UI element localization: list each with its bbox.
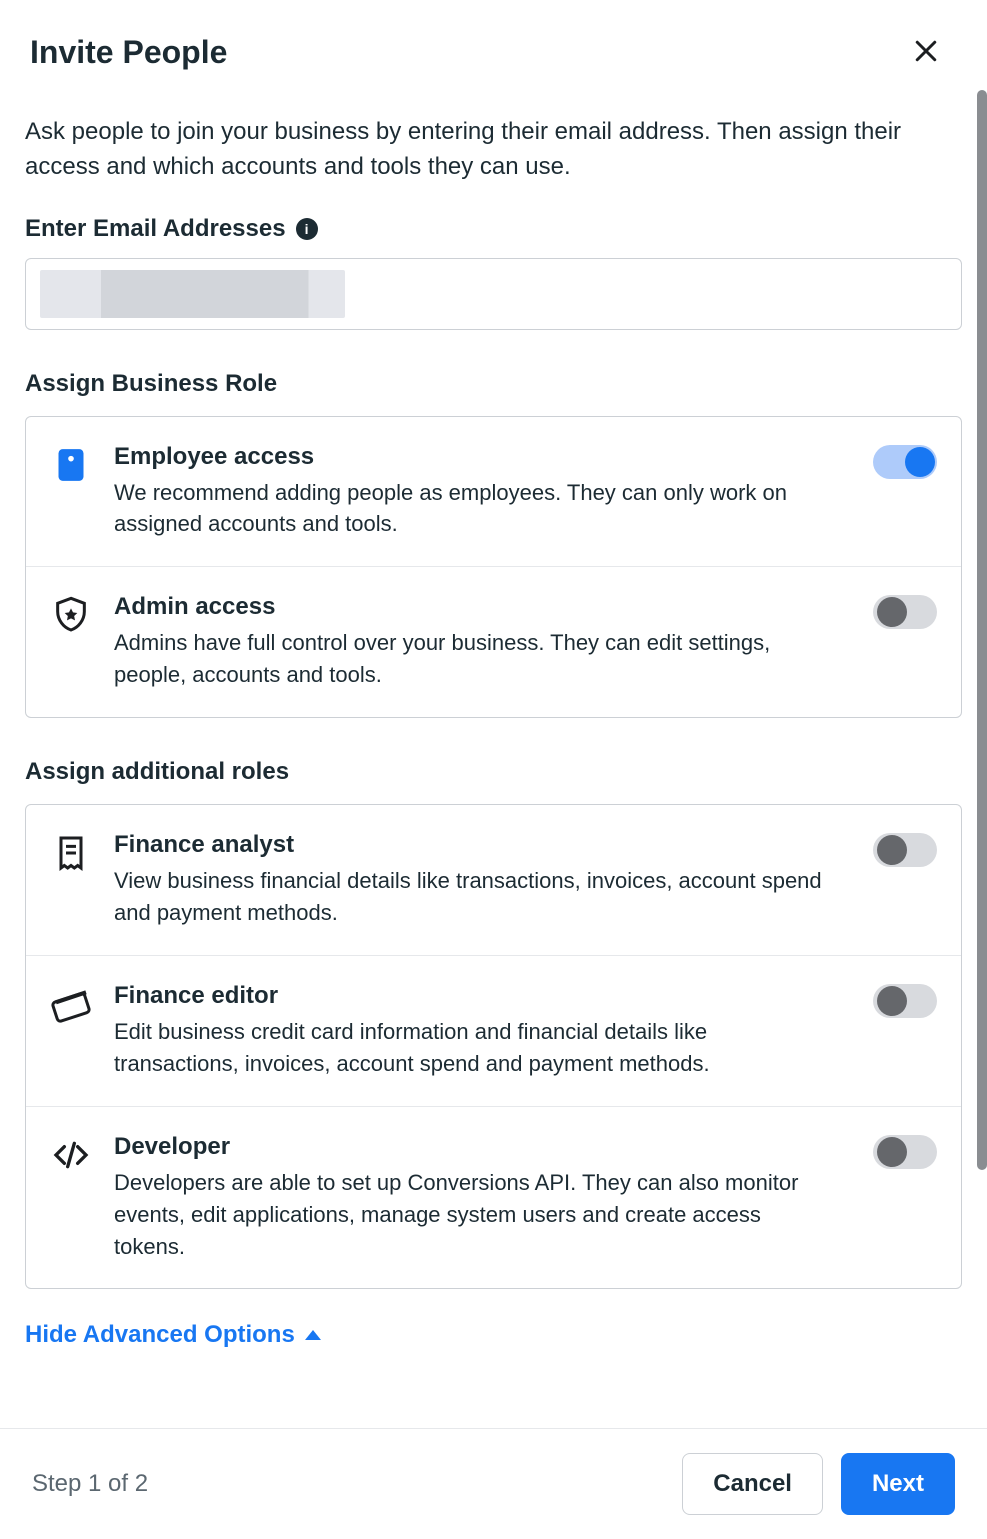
role-title: Finance analyst: [114, 831, 831, 859]
role-row-finance-analyst: Finance analyst View business financial …: [26, 805, 961, 955]
advanced-options-label: Hide Advanced Options: [25, 1321, 295, 1349]
invite-people-dialog: Invite People Ask people to join your bu…: [0, 0, 987, 1539]
dialog-footer: Step 1 of 2 Cancel Next: [0, 1428, 987, 1539]
code-icon: [50, 1133, 92, 1175]
role-title: Finance editor: [114, 982, 831, 1010]
email-input[interactable]: [25, 258, 962, 330]
info-icon[interactable]: i: [296, 218, 318, 240]
business-role-card: Employee access We recommend adding peop…: [25, 416, 962, 719]
role-description: View business financial details like tra…: [114, 865, 831, 929]
cancel-button[interactable]: Cancel: [682, 1453, 823, 1515]
toggle-admin-access[interactable]: [873, 595, 937, 629]
toggle-developer[interactable]: [873, 1135, 937, 1169]
shield-star-icon: [50, 593, 92, 635]
role-title: Employee access: [114, 443, 831, 471]
credit-card-icon: [50, 982, 92, 1024]
dialog-header: Invite People: [0, 0, 987, 75]
role-row-employee: Employee access We recommend adding peop…: [26, 417, 961, 567]
close-button[interactable]: [905, 30, 947, 75]
role-description: Developers are able to set up Conversion…: [114, 1167, 831, 1263]
role-row-finance-editor: Finance editor Edit business credit card…: [26, 955, 961, 1106]
role-row-developer: Developer Developers are able to set up …: [26, 1106, 961, 1289]
email-chip-placeholder: [40, 270, 345, 318]
intro-text: Ask people to join your business by ente…: [25, 115, 962, 185]
step-indicator: Step 1 of 2: [32, 1470, 664, 1498]
id-badge-icon: [50, 443, 92, 485]
scrollbar[interactable]: [977, 90, 987, 1170]
business-role-title: Assign Business Role: [25, 370, 962, 398]
additional-roles-card: Finance analyst View business financial …: [25, 804, 962, 1289]
next-button[interactable]: Next: [841, 1453, 955, 1515]
role-description: Edit business credit card information an…: [114, 1016, 831, 1080]
additional-roles-title: Assign additional roles: [25, 758, 962, 786]
role-description: We recommend adding people as employees.…: [114, 477, 831, 541]
dialog-body[interactable]: Ask people to join your business by ente…: [0, 75, 987, 1428]
role-title: Developer: [114, 1133, 831, 1161]
caret-up-icon: [305, 1330, 321, 1340]
receipt-icon: [50, 831, 92, 873]
close-icon: [911, 36, 941, 66]
role-row-admin: Admin access Admins have full control ov…: [26, 566, 961, 717]
toggle-employee-access[interactable]: [873, 445, 937, 479]
toggle-finance-editor[interactable]: [873, 984, 937, 1018]
email-label-row: Enter Email Addresses i: [25, 215, 962, 243]
dialog-title: Invite People: [30, 34, 227, 71]
role-title: Admin access: [114, 593, 831, 621]
email-label: Enter Email Addresses: [25, 215, 286, 243]
hide-advanced-options-link[interactable]: Hide Advanced Options: [25, 1321, 321, 1349]
toggle-finance-analyst[interactable]: [873, 833, 937, 867]
role-description: Admins have full control over your busin…: [114, 627, 831, 691]
